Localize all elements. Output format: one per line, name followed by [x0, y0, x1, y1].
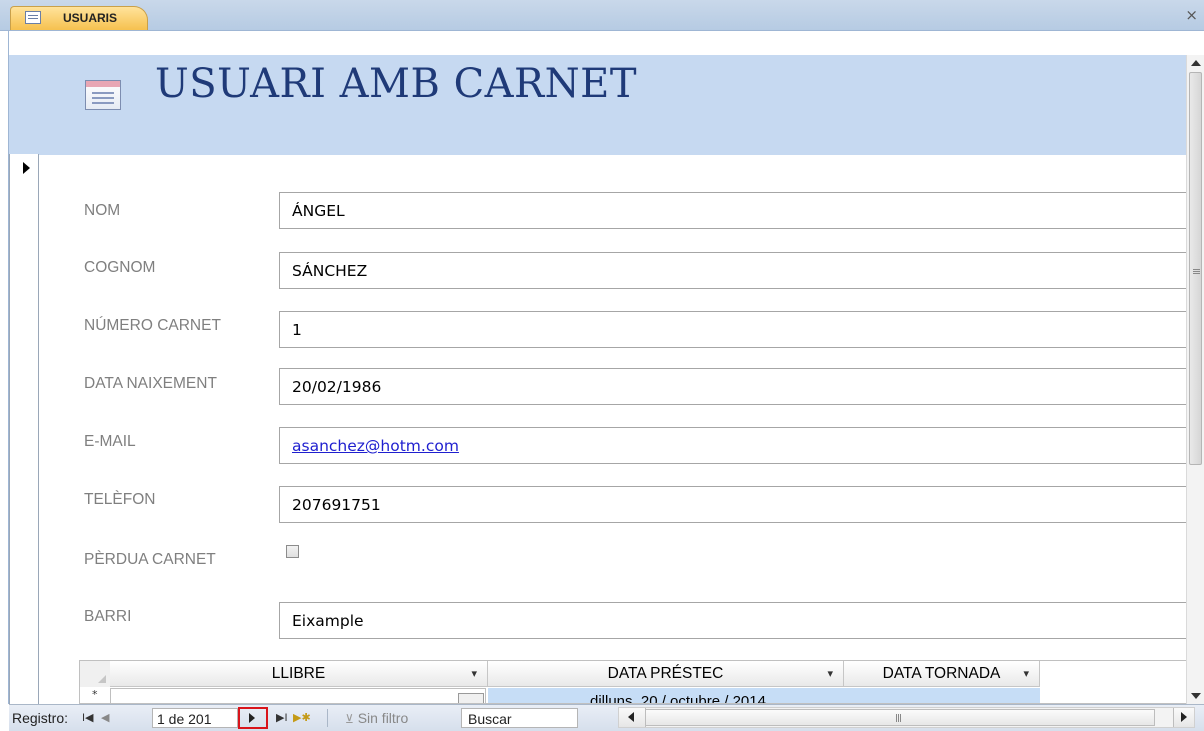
llibre-cell[interactable] — [110, 688, 486, 703]
data-naixement-field[interactable]: 20/02/1986 — [279, 368, 1189, 405]
prestecs-subform[interactable]: LLIBRE ▾ DATA PRÉSTEC ▾ DATA TORNADA ▾ *… — [79, 660, 1187, 704]
close-icon[interactable]: × — [1185, 6, 1198, 24]
tab-label: USUARIS — [63, 11, 118, 25]
label-email: E-MAIL — [84, 433, 136, 450]
label-nom: NOM — [84, 202, 121, 219]
email-field[interactable]: asanchez@hotm.com — [279, 427, 1189, 464]
filter-label: Sin filtro — [357, 710, 409, 726]
select-all-corner[interactable] — [80, 661, 110, 687]
label-telefon: TELÈFON — [84, 491, 156, 508]
current-record-input[interactable]: 1 de 201 — [152, 708, 238, 728]
perdua-carnet-checkbox[interactable] — [286, 545, 299, 558]
new-row-marker: * — [92, 688, 98, 701]
data-prestec-value: dilluns, 20 / octubre / 2014 — [590, 693, 766, 704]
horizontal-scroll-thumb[interactable] — [645, 709, 1155, 726]
last-record-icon[interactable]: ▶I — [276, 711, 288, 724]
document-tab-bar: USUARIS × — [0, 0, 1204, 31]
scroll-right-icon[interactable] — [1173, 708, 1194, 727]
tab-usuaris[interactable]: USUARIS — [10, 6, 148, 30]
form-icon — [25, 11, 41, 24]
record-label: Registro: — [12, 710, 69, 726]
sort-arrow-icon[interactable]: ▾ — [471, 667, 477, 680]
search-input[interactable]: Buscar — [461, 708, 578, 728]
sort-arrow-icon[interactable]: ▾ — [1023, 667, 1029, 680]
label-perdua-carnet: PÈRDUA CARNET — [84, 551, 216, 568]
first-record-icon[interactable]: I◀ — [82, 711, 94, 724]
cognom-field[interactable]: SÁNCHEZ — [279, 252, 1189, 289]
nom-field[interactable]: ÁNGEL — [279, 192, 1189, 229]
column-header-data-tornada-label: DATA TORNADA — [882, 665, 1001, 682]
filter-toggle[interactable]: ⊻ Sin filtro — [345, 710, 408, 726]
scroll-up-icon[interactable] — [1187, 55, 1204, 72]
barri-field[interactable]: Eixample — [279, 602, 1189, 639]
label-barri: BARRI — [84, 608, 132, 625]
grip-icon — [1193, 269, 1200, 270]
column-header-data-tornada[interactable]: DATA TORNADA ▾ — [844, 661, 1040, 687]
horizontal-scrollbar[interactable] — [618, 707, 1195, 728]
scroll-left-icon[interactable] — [619, 708, 646, 727]
form-header: USUARI AMB CARNET — [9, 55, 1186, 155]
separator — [327, 709, 328, 727]
form-title: USUARI AMB CARNET — [155, 61, 638, 107]
record-navigation-bar: Registro: I◀ ◀ 1 de 201 ▶I ▶✱ ⊻ Sin filt… — [9, 704, 1204, 731]
label-numero-carnet: NÚMERO CARNET — [84, 317, 221, 334]
scroll-down-icon[interactable] — [1187, 687, 1204, 704]
column-header-llibre-label: LLIBRE — [271, 665, 326, 682]
column-header-llibre[interactable]: LLIBRE ▾ — [110, 661, 488, 687]
new-record-icon[interactable]: ▶✱ — [293, 711, 311, 724]
form-header-icon — [85, 80, 121, 110]
record-selector[interactable] — [9, 154, 39, 704]
sort-arrow-icon[interactable]: ▾ — [827, 667, 833, 680]
vertical-scroll-thumb[interactable] — [1189, 72, 1202, 465]
filter-icon: ⊻ — [345, 712, 354, 726]
current-record-icon — [23, 162, 30, 174]
previous-record-icon[interactable]: ◀ — [101, 711, 109, 724]
numero-carnet-field[interactable]: 1 — [279, 311, 1189, 348]
next-record-button[interactable] — [238, 707, 268, 729]
label-data-naixement: DATA NAIXEMENT — [84, 375, 217, 392]
column-header-data-prestec-label: DATA PRÉSTEC — [607, 665, 724, 682]
grip-icon — [896, 714, 897, 722]
vertical-scrollbar[interactable] — [1186, 55, 1204, 704]
column-header-data-prestec[interactable]: DATA PRÉSTEC ▾ — [488, 661, 844, 687]
telefon-field[interactable]: 207691751 — [279, 486, 1189, 523]
llibre-dropdown-button[interactable] — [458, 693, 484, 703]
label-cognom: COGNOM — [84, 259, 156, 276]
